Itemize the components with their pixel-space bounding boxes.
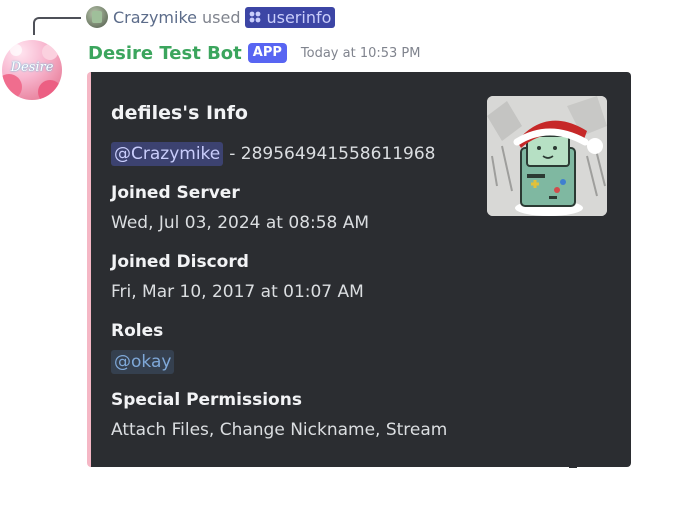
user-mention-line: @Crazymike - 289564941558611968 [111, 142, 435, 166]
command-name: userinfo [266, 7, 332, 27]
reply-username[interactable]: Crazymike [113, 8, 197, 27]
role-mention-okay[interactable]: @okay [111, 350, 175, 374]
reply-spine [33, 17, 81, 35]
field-value-joined-server: Wed, Jul 03, 2024 at 08:58 AM [111, 213, 370, 233]
bmo-santa-hat-icon [487, 96, 607, 216]
bot-avatar[interactable]: Desire [2, 40, 62, 100]
app-badge: APP [247, 43, 287, 63]
avatar-decoration [2, 74, 22, 100]
message-header: Desire Test Bot APP Today at 10:53 PM [88, 40, 420, 66]
field-name-roles: Roles [111, 321, 164, 341]
reply-used-text: used [202, 7, 241, 27]
field-value-joined-discord: Fri, Mar 10, 2017 at 01:07 AM [111, 282, 364, 302]
avatar-decoration [38, 80, 62, 100]
user-mention[interactable]: @Crazymike [111, 142, 224, 166]
embed-title: defiles's Info [111, 102, 248, 124]
field-name-special-permissions: Special Permissions [111, 390, 302, 410]
field-name-joined-discord: Joined Discord [111, 252, 249, 272]
reply-avatar[interactable] [86, 6, 108, 28]
avatar-decoration [42, 44, 58, 60]
embed-corner [569, 462, 577, 468]
avatar-text: Desire [10, 60, 54, 75]
message-root: Crazymike used userinfo Desire Desire Te… [0, 0, 686, 511]
user-info-embed: defiles's Info @Crazymike - 289564941558… [87, 72, 631, 467]
avatar-decoration [10, 44, 22, 56]
message-timestamp[interactable]: Today at 10:53 PM [301, 46, 421, 61]
slash-command-icon [250, 11, 261, 23]
bot-username[interactable]: Desire Test Bot [88, 43, 242, 64]
field-value-special-permissions: Attach Files, Change Nickname, Stream [111, 420, 448, 440]
reply-reference[interactable]: Crazymike used userinfo [86, 5, 336, 29]
field-name-joined-server: Joined Server [111, 183, 240, 203]
embed-thumbnail[interactable] [487, 96, 607, 216]
command-chip[interactable]: userinfo [245, 6, 336, 28]
user-id-text: - 289564941558611968 [229, 144, 436, 164]
